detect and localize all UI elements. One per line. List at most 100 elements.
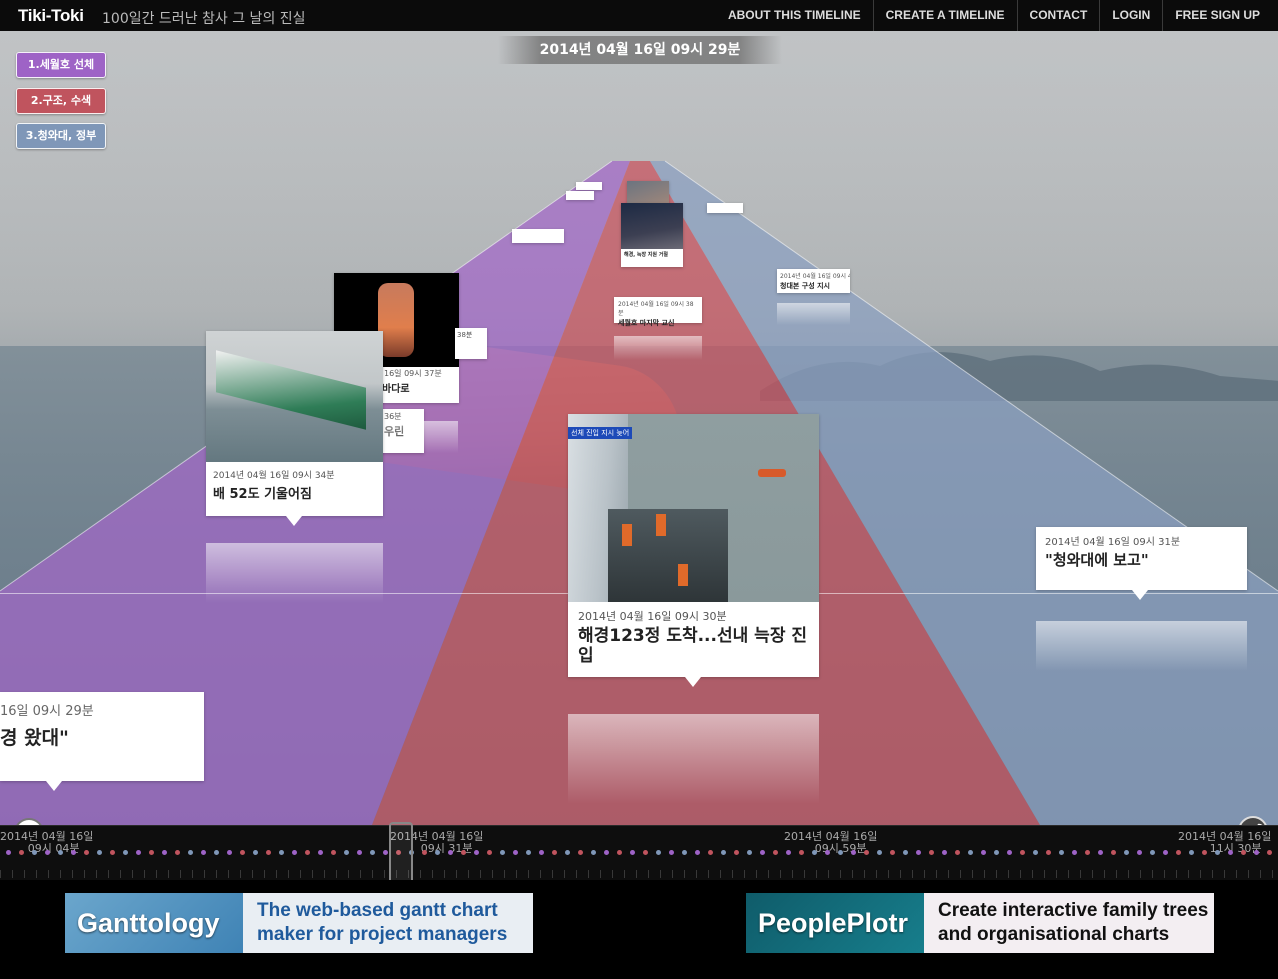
timeline-event-dot[interactable] bbox=[461, 850, 466, 855]
nav-login[interactable]: LOGIN bbox=[1099, 0, 1162, 31]
event-card-far[interactable] bbox=[576, 182, 602, 190]
timeline-event-dot[interactable] bbox=[1267, 850, 1272, 855]
timeline-event-dot[interactable] bbox=[253, 850, 258, 855]
timeline-event-dot[interactable] bbox=[1007, 850, 1012, 855]
timeline-event-dot[interactable] bbox=[864, 850, 869, 855]
timeline-event-dot[interactable] bbox=[305, 850, 310, 855]
timeline-event-dot[interactable] bbox=[682, 850, 687, 855]
timeline-event-dot[interactable] bbox=[773, 850, 778, 855]
timeline-event-dot[interactable] bbox=[669, 850, 674, 855]
timeline-event-dot[interactable] bbox=[474, 850, 479, 855]
timeline-event-dot[interactable] bbox=[344, 850, 349, 855]
timeline-event-dot[interactable] bbox=[799, 850, 804, 855]
timeline-event-dot[interactable] bbox=[435, 850, 440, 855]
timeline-event-dot[interactable] bbox=[422, 850, 427, 855]
event-card-far2[interactable]: 2014년 04월 16일 09시 4 청대본 구성 지시 bbox=[777, 269, 850, 293]
timeline-event-dot[interactable] bbox=[370, 850, 375, 855]
timeline-event-dot[interactable] bbox=[968, 850, 973, 855]
timeline-event-dot[interactable] bbox=[1228, 850, 1233, 855]
category-government-button[interactable]: 3.청와대, 정부 bbox=[16, 123, 106, 149]
timeline-event-dot[interactable] bbox=[1085, 850, 1090, 855]
timeline-event-dot[interactable] bbox=[162, 850, 167, 855]
timeline-event-dot[interactable] bbox=[981, 850, 986, 855]
timeline-event-dot[interactable] bbox=[123, 850, 128, 855]
timeline-event-dot[interactable] bbox=[58, 850, 63, 855]
timeline-event-dot[interactable] bbox=[721, 850, 726, 855]
event-card-far[interactable] bbox=[707, 203, 743, 213]
timeline-event-dot[interactable] bbox=[526, 850, 531, 855]
timeline-event-dot[interactable] bbox=[851, 850, 856, 855]
nav-free-sign-up[interactable]: FREE SIGN UP bbox=[1162, 0, 1278, 31]
timeline-event-dot[interactable] bbox=[318, 850, 323, 855]
timeline-event-dot[interactable] bbox=[149, 850, 154, 855]
timeline-event-dot[interactable] bbox=[45, 850, 50, 855]
event-card-far1[interactable]: 2014년 04월 16일 09시 38분 세월호 마지막 교신 bbox=[614, 297, 702, 327]
timeline-event-dot[interactable] bbox=[1254, 850, 1259, 855]
timeline-event-dot[interactable] bbox=[1137, 850, 1142, 855]
timeline-event-dot[interactable] bbox=[838, 850, 843, 855]
nav-about[interactable]: ABOUT THIS TIMELINE bbox=[716, 0, 873, 31]
timeline-event-dot[interactable] bbox=[227, 850, 232, 855]
timeline-event-dot[interactable] bbox=[890, 850, 895, 855]
timeline-3d-stage[interactable]: 해경, 늑장 지원 거절 2014년 04월 16일 09시 38분 세월호 마… bbox=[0, 31, 1278, 825]
timeline-event-dot[interactable] bbox=[1163, 850, 1168, 855]
timeline-scrubber-handle[interactable] bbox=[389, 822, 413, 884]
event-card-0931[interactable]: 2014년 04월 16일 09시 31분 "청와대에 보고" bbox=[1036, 527, 1247, 600]
timeline-event-dot[interactable] bbox=[955, 850, 960, 855]
timeline-event-dot[interactable] bbox=[825, 850, 830, 855]
timeline-event-dot[interactable] bbox=[1150, 850, 1155, 855]
timeline-event-dot[interactable] bbox=[1111, 850, 1116, 855]
timeline-event-dot[interactable] bbox=[552, 850, 557, 855]
timeline-event-dot[interactable] bbox=[747, 850, 752, 855]
timeline-event-dot[interactable] bbox=[812, 850, 817, 855]
timeline-event-dot[interactable] bbox=[695, 850, 700, 855]
timeline-event-dot[interactable] bbox=[1176, 850, 1181, 855]
timeline-event-dot[interactable] bbox=[578, 850, 583, 855]
timeline-event-dot[interactable] bbox=[32, 850, 37, 855]
timeline-event-dot[interactable] bbox=[1020, 850, 1025, 855]
timeline-event-dot[interactable] bbox=[643, 850, 648, 855]
timeline-event-dot[interactable] bbox=[786, 850, 791, 855]
timeline-event-dot[interactable] bbox=[71, 850, 76, 855]
ad-ganttology[interactable]: Ganttology The web-based gantt chart mak… bbox=[65, 893, 533, 953]
timeline-navigator[interactable]: 2014년 04월 16일 09시 04분 2014년 04월 16일 09시 … bbox=[0, 822, 1278, 884]
event-card-left[interactable]: 16일 09시 29분 경 왔대" bbox=[0, 692, 204, 791]
settings-wrench-icon[interactable] bbox=[1238, 816, 1268, 825]
timeline-event-dot[interactable] bbox=[1059, 850, 1064, 855]
brand-logo[interactable]: Tiki-Toki bbox=[18, 6, 84, 26]
event-card-0930[interactable]: 선체 진입 지시 늦어 2014년 04월 16일 09시 30분 해경123정… bbox=[568, 414, 819, 687]
ad-peopleplotr[interactable]: PeoplePlotr Create interactive family tr… bbox=[746, 893, 1214, 953]
timeline-event-dot[interactable] bbox=[942, 850, 947, 855]
timeline-event-dot[interactable] bbox=[903, 850, 908, 855]
event-card-mid2[interactable]: 36분 우린 bbox=[380, 409, 424, 453]
event-card-far3[interactable]: 해경, 늑장 지원 거절 bbox=[621, 203, 683, 267]
timeline-event-dot[interactable] bbox=[994, 850, 999, 855]
timeline-event-dot[interactable] bbox=[6, 850, 11, 855]
timeline-event-dot[interactable] bbox=[916, 850, 921, 855]
timeline-event-dot[interactable] bbox=[1072, 850, 1077, 855]
timeline-event-dot[interactable] bbox=[487, 850, 492, 855]
category-hull-button[interactable]: 1.세월호 선체 bbox=[16, 52, 106, 78]
event-card-far[interactable] bbox=[512, 229, 564, 243]
timeline-event-dot[interactable] bbox=[292, 850, 297, 855]
nav-create[interactable]: CREATE A TIMELINE bbox=[872, 0, 1017, 31]
timeline-event-dot[interactable] bbox=[1046, 850, 1051, 855]
timeline-event-dot[interactable] bbox=[604, 850, 609, 855]
timeline-event-dot[interactable] bbox=[1098, 850, 1103, 855]
timeline-event-dot[interactable] bbox=[448, 850, 453, 855]
timeline-event-dot[interactable] bbox=[734, 850, 739, 855]
timeline-event-dot[interactable] bbox=[539, 850, 544, 855]
timeline-event-dot[interactable] bbox=[513, 850, 518, 855]
timeline-event-dot[interactable] bbox=[1241, 850, 1246, 855]
timeline-event-dot[interactable] bbox=[1033, 850, 1038, 855]
timeline-event-dot[interactable] bbox=[357, 850, 362, 855]
timeline-event-dot[interactable] bbox=[1202, 850, 1207, 855]
category-rescue-button[interactable]: 2.구조, 수색 bbox=[16, 88, 106, 114]
timeline-event-dot[interactable] bbox=[188, 850, 193, 855]
timeline-event-dot[interactable] bbox=[708, 850, 713, 855]
timeline-event-dot[interactable] bbox=[110, 850, 115, 855]
timeline-event-dot[interactable] bbox=[1124, 850, 1129, 855]
timeline-event-dot[interactable] bbox=[1215, 850, 1220, 855]
timeline-event-dot[interactable] bbox=[279, 850, 284, 855]
timeline-event-dot[interactable] bbox=[500, 850, 505, 855]
